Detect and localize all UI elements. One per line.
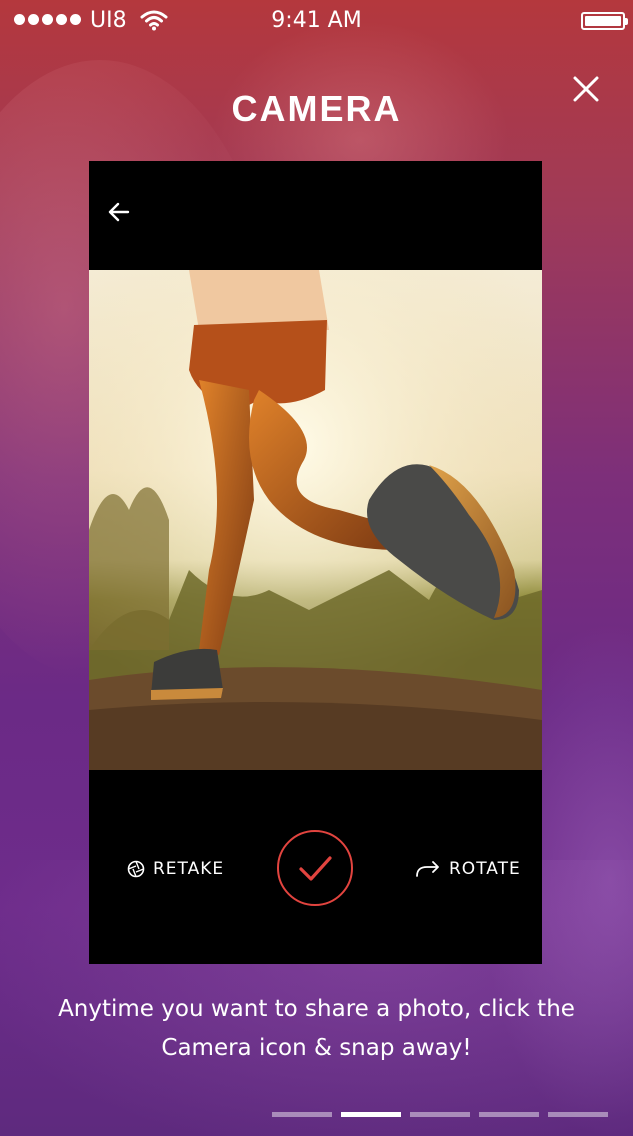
checkmark-icon	[299, 856, 332, 881]
retake-button[interactable]: RETAKE	[127, 859, 224, 879]
back-arrow-icon[interactable]	[107, 201, 131, 223]
confirm-photo-button[interactable]	[277, 830, 353, 906]
status-time: 9:41 AM	[271, 8, 362, 33]
page-dot[interactable]	[410, 1112, 470, 1117]
aperture-icon	[127, 860, 145, 878]
retake-label: RETAKE	[153, 859, 225, 879]
rotate-button[interactable]: ROTATE	[415, 859, 521, 879]
rotate-arrow-icon	[416, 861, 439, 877]
captured-photo	[89, 270, 542, 770]
page-indicator	[272, 1112, 608, 1117]
onboarding-caption: Anytime you want to share a photo, click…	[58, 996, 575, 1061]
rotate-label: ROTATE	[449, 859, 521, 879]
page-title: CAMERA	[231, 88, 402, 129]
page-dot-active[interactable]	[341, 1112, 401, 1117]
page-dot[interactable]	[548, 1112, 608, 1117]
status-bar: UI8 9:41 AM	[0, 0, 633, 40]
page-dot[interactable]	[272, 1112, 332, 1117]
page-dot[interactable]	[479, 1112, 539, 1117]
battery-icon	[581, 12, 628, 30]
